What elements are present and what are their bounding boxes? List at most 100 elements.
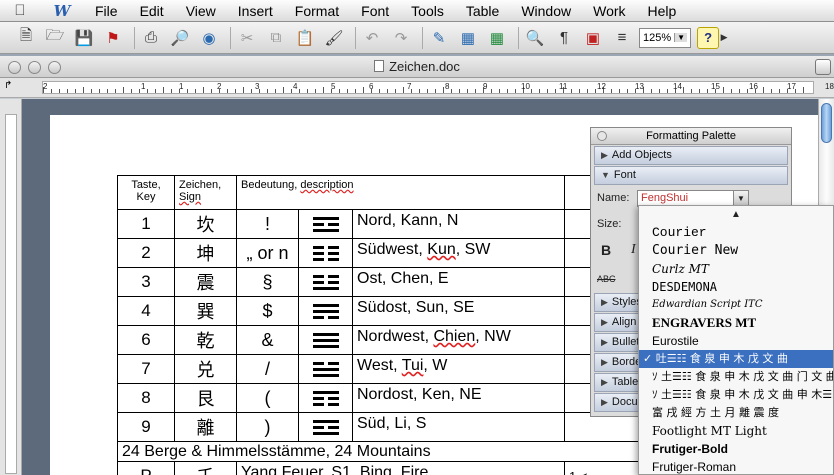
section-font[interactable]: ▼ Font: [594, 166, 788, 185]
paste-icon[interactable]: 📋: [293, 26, 317, 50]
font-menu-item[interactable]: Courier New: [639, 242, 833, 260]
cell-trigram[interactable]: [298, 296, 353, 326]
cell-key[interactable]: 3: [117, 267, 175, 297]
open-folder-icon[interactable]: 🗁: [43, 26, 67, 50]
font-menu-item[interactable]: Courier: [639, 224, 833, 242]
menu-insert[interactable]: Insert: [227, 3, 284, 19]
font-menu-item[interactable]: ｿ 土☰☷ 食 泉 申 木 戊 文 曲 申 木☰☷ 食: [639, 386, 833, 404]
cell-description[interactable]: Süd, Li, S: [352, 412, 565, 442]
cell-key[interactable]: 4: [117, 296, 175, 326]
section-add-objects[interactable]: ▶ Add Objects: [594, 146, 788, 165]
word-app-icon[interactable]: W: [40, 2, 84, 20]
scroll-up-icon[interactable]: ▲: [639, 206, 833, 224]
cell-trigram[interactable]: [298, 412, 353, 442]
cell-description[interactable]: West, Tui, W: [352, 354, 565, 384]
zoom-select[interactable]: 125% ▼: [639, 27, 692, 48]
horizontal-ruler[interactable]: 2 1 1 2 3 4 5 6 7 8 9 10 11 12 13 14 15 16 17 18: [42, 81, 834, 94]
cell-sign[interactable]: 坎: [174, 209, 237, 239]
cell-symbol[interactable]: (: [236, 383, 299, 413]
header-sign[interactable]: Zeichen, Sign: [174, 175, 237, 210]
cell-symbol[interactable]: §: [236, 267, 299, 297]
toolbar-toggle-icon[interactable]: [815, 59, 831, 75]
cell-sign[interactable]: 乾: [174, 325, 237, 355]
menu-work[interactable]: Work: [582, 3, 636, 19]
menu-table[interactable]: Table: [455, 3, 510, 19]
cell-description[interactable]: Nord, Kann, N: [352, 209, 565, 239]
menu-format[interactable]: Format: [284, 3, 350, 19]
cell-key[interactable]: 2: [117, 238, 175, 268]
cell-trigram[interactable]: [298, 267, 353, 297]
strikethrough-button[interactable]: ABC: [597, 274, 616, 284]
toolbar-overflow-icon[interactable]: ▶: [719, 26, 729, 50]
scroll-thumb[interactable]: [821, 103, 832, 143]
print-preview-icon[interactable]: 🔎: [168, 26, 192, 50]
cell-sign[interactable]: 兑: [174, 354, 237, 384]
menu-tools[interactable]: Tools: [400, 3, 455, 19]
cell-symbol[interactable]: „ or n: [236, 238, 299, 268]
font-menu-item[interactable]: Edwardian Script ITC: [639, 296, 833, 314]
italic-button[interactable]: I: [631, 242, 636, 258]
cell-trigram[interactable]: [298, 209, 353, 239]
menu-view[interactable]: View: [175, 3, 227, 19]
help-icon[interactable]: ?: [697, 26, 720, 49]
cell-key[interactable]: 8: [117, 383, 175, 413]
document-map-icon[interactable]: 🔍: [523, 26, 547, 50]
bold-button[interactable]: B: [601, 242, 611, 258]
font-menu-item[interactable]: ENGRAVERS MT: [639, 314, 833, 332]
web-preview-icon[interactable]: ◉: [197, 26, 221, 50]
show-paragraph-icon[interactable]: ¶: [552, 26, 576, 50]
draw-table-icon[interactable]: ✎: [427, 26, 451, 50]
cell-description[interactable]: Südwest, Kun, SW: [352, 238, 565, 268]
palette-title-bar[interactable]: Formatting Palette: [591, 128, 791, 145]
font-menu-item[interactable]: Eurostile: [639, 332, 833, 350]
menu-edit[interactable]: Edit: [129, 3, 175, 19]
cell-key[interactable]: 1: [117, 209, 175, 239]
font-menu-item[interactable]: Curlz MT: [639, 260, 833, 278]
redo-icon[interactable]: ↷: [389, 26, 413, 50]
cell-symbol[interactable]: !: [236, 209, 299, 239]
menu-help[interactable]: Help: [637, 3, 688, 19]
cell-sign[interactable]: 巽: [174, 296, 237, 326]
cut-icon[interactable]: ✂: [235, 26, 259, 50]
insert-excel-icon[interactable]: ▦: [485, 26, 509, 50]
cell-description[interactable]: Südost, Sun, SE: [352, 296, 565, 326]
cell-trigram[interactable]: [298, 383, 353, 413]
print-icon[interactable]: ⎙: [139, 26, 163, 50]
cell-sign[interactable]: 艮: [174, 383, 237, 413]
close-palette-icon[interactable]: [597, 131, 607, 141]
tab-selector-icon[interactable]: ↱: [4, 80, 20, 95]
cell-key[interactable]: P: [117, 461, 175, 475]
cell-sign[interactable]: 壬: [174, 461, 237, 475]
section-cell[interactable]: 24 Berge & Himmelsstämme, 24 Mountains: [117, 441, 715, 462]
header-key[interactable]: Taste, Key: [117, 175, 175, 210]
insert-table-icon[interactable]: ▦: [456, 26, 480, 50]
undo-icon[interactable]: ↶: [360, 26, 384, 50]
cell-symbol[interactable]: ): [236, 412, 299, 442]
font-menu-item[interactable]: Frutiger-Bold: [639, 440, 833, 458]
cell-description[interactable]: Ost, Chen, E: [352, 267, 565, 297]
cell-key[interactable]: 7: [117, 354, 175, 384]
font-menu-item[interactable]: Frutiger-Roman: [639, 458, 833, 474]
vertical-ruler[interactable]: [0, 99, 22, 475]
menu-font[interactable]: Font: [350, 3, 400, 19]
font-menu-item[interactable]: ｿ 土☰☷ 食 泉 申 木 戊 文 曲 门 文 曲 申 木: [639, 368, 833, 386]
menu-file[interactable]: File: [84, 3, 129, 19]
cell-sign[interactable]: 坤: [174, 238, 237, 268]
cell-description[interactable]: Nordost, Ken, NE: [352, 383, 565, 413]
font-menu-item[interactable]: 富 戌 經 方 土 月 離 震 度: [639, 404, 833, 422]
format-painter-icon[interactable]: 🖌: [322, 26, 346, 50]
save-icon[interactable]: 💾: [72, 26, 96, 50]
cell-trigram[interactable]: [298, 354, 353, 384]
font-menu-item[interactable]: DESDEMONA: [639, 278, 833, 296]
cell-trigram[interactable]: [298, 238, 353, 268]
flag-icon[interactable]: ⚑: [101, 26, 125, 50]
new-document-icon[interactable]: 🗎: [14, 26, 38, 50]
header-description[interactable]: Bedeutung, description: [236, 175, 565, 210]
menu-window[interactable]: Window: [510, 3, 582, 19]
cell-symbol[interactable]: /: [236, 354, 299, 384]
cell-symbol[interactable]: &: [236, 325, 299, 355]
cell-description[interactable]: Yang Feuer, S1, Bing, Fire: [236, 461, 565, 475]
cell-key[interactable]: 6: [117, 325, 175, 355]
cell-sign[interactable]: 離: [174, 412, 237, 442]
formatting-palette-icon[interactable]: ≡: [610, 26, 634, 50]
